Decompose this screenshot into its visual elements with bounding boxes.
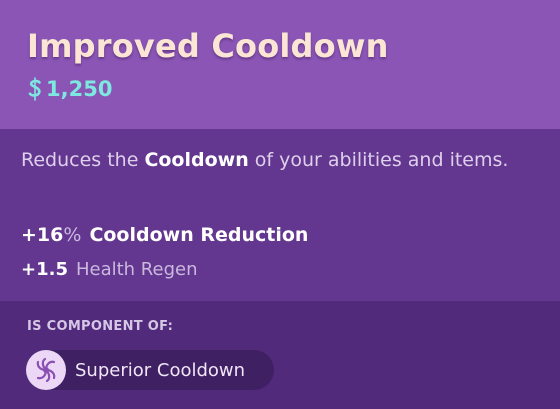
description-highlight: Cooldown: [144, 149, 249, 171]
component-of-label: IS COMPONENT OF:: [27, 319, 174, 334]
item-description: Reduces the Cooldown of your abilities a…: [21, 149, 509, 171]
cooldown-swirl-icon: [26, 350, 66, 390]
component-item-label: Superior Cooldown: [75, 359, 246, 381]
item-tooltip: Improved Cooldown 1,250 Reduces the Cool…: [0, 0, 560, 409]
stat-unit: %: [63, 224, 82, 246]
stat-value: +1.5: [21, 259, 68, 280]
item-price: 1,250: [27, 76, 112, 102]
price-value: 1,250: [46, 77, 113, 101]
stat-cooldown-reduction: +16% Cooldown Reduction: [21, 224, 308, 246]
component-section: IS COMPONENT OF: Superior Cooldown: [0, 301, 560, 409]
tooltip-header: Improved Cooldown 1,250: [0, 0, 560, 129]
stat-value: +16: [21, 224, 64, 246]
item-title: Improved Cooldown: [27, 27, 389, 65]
stat-name: Cooldown Reduction: [89, 224, 309, 246]
souls-currency-icon: [27, 76, 43, 102]
stat-health-regen: +1.5 Health Regen: [21, 259, 197, 280]
stat-name: Health Regen: [75, 259, 198, 280]
component-item-superior-cooldown[interactable]: Superior Cooldown: [26, 350, 274, 390]
